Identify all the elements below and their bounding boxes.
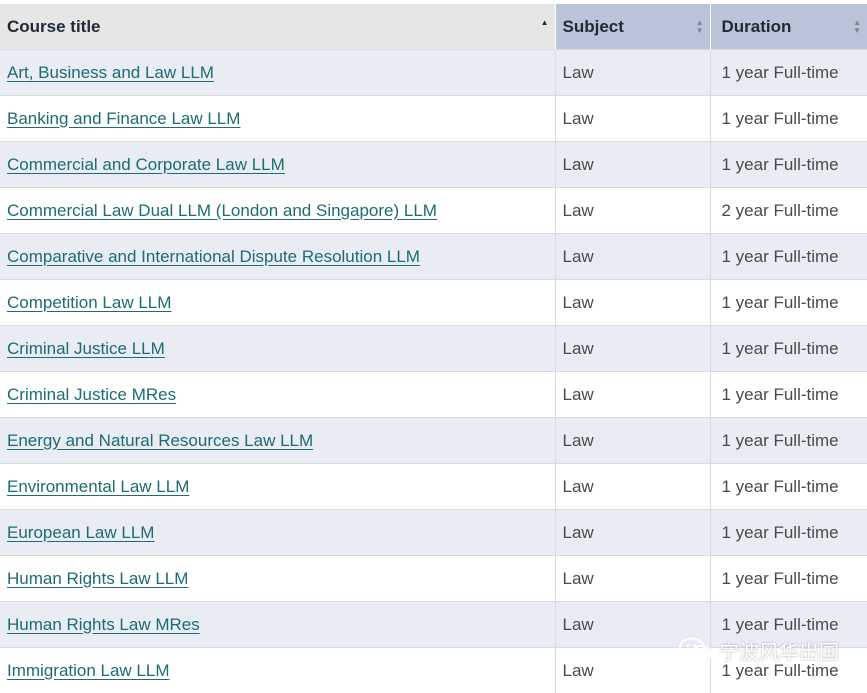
- table-row: Banking and Finance Law LLM Law 1 year F…: [0, 96, 867, 142]
- subject-cell: Law: [555, 188, 710, 234]
- course-link[interactable]: Criminal Justice LLM: [7, 339, 165, 358]
- column-header-label: Course title: [7, 17, 101, 36]
- course-table: Course title ▲▼ Subject ▲▼ Duration ▲▼: [0, 4, 867, 693]
- table-header: Course title ▲▼ Subject ▲▼ Duration ▲▼: [0, 4, 867, 50]
- course-link[interactable]: Comparative and International Dispute Re…: [7, 247, 420, 266]
- duration-cell: 1 year Full-time: [710, 50, 867, 96]
- course-title-cell: Commercial and Corporate Law LLM: [0, 142, 555, 188]
- course-title-cell: Energy and Natural Resources Law LLM: [0, 418, 555, 464]
- course-title-cell: Banking and Finance Law LLM: [0, 96, 555, 142]
- course-title-cell: Criminal Justice MRes: [0, 372, 555, 418]
- course-link[interactable]: Energy and Natural Resources Law LLM: [7, 431, 313, 450]
- duration-cell: 1 year Full-time: [710, 372, 867, 418]
- table-row: Environmental Law LLM Law 1 year Full-ti…: [0, 464, 867, 510]
- table-row: Comparative and International Dispute Re…: [0, 234, 867, 280]
- course-title-cell: Human Rights Law LLM: [0, 556, 555, 602]
- course-link[interactable]: Banking and Finance Law LLM: [7, 109, 240, 128]
- duration-cell: 1 year Full-time: [710, 556, 867, 602]
- subject-cell: Law: [555, 510, 710, 556]
- duration-cell: 1 year Full-time: [710, 510, 867, 556]
- course-title-cell: Art, Business and Law LLM: [0, 50, 555, 96]
- course-title-cell: Immigration Law LLM: [0, 648, 555, 693]
- course-link[interactable]: Environmental Law LLM: [7, 477, 189, 496]
- table-row: Human Rights Law LLM Law 1 year Full-tim…: [0, 556, 867, 602]
- table-row: Criminal Justice LLM Law 1 year Full-tim…: [0, 326, 867, 372]
- column-header-duration[interactable]: Duration ▲▼: [710, 4, 867, 50]
- table-row: Commercial and Corporate Law LLM Law 1 y…: [0, 142, 867, 188]
- subject-cell: Law: [555, 464, 710, 510]
- course-title-cell: Commercial Law Dual LLM (London and Sing…: [0, 188, 555, 234]
- course-link[interactable]: Commercial and Corporate Law LLM: [7, 155, 285, 174]
- subject-cell: Law: [555, 142, 710, 188]
- sort-both-icon: ▲▼: [696, 19, 704, 35]
- course-link[interactable]: Commercial Law Dual LLM (London and Sing…: [7, 201, 437, 220]
- duration-cell: 1 year Full-time: [710, 326, 867, 372]
- watermark-text: 宁波风华出国: [719, 636, 839, 665]
- course-title-cell: Human Rights Law MRes: [0, 602, 555, 648]
- duration-cell: 1 year Full-time: [710, 142, 867, 188]
- column-header-label: Duration: [722, 17, 792, 36]
- table-row: Competition Law LLM Law 1 year Full-time: [0, 280, 867, 326]
- course-link[interactable]: Immigration Law LLM: [7, 661, 170, 680]
- table-row: Criminal Justice MRes Law 1 year Full-ti…: [0, 372, 867, 418]
- course-link[interactable]: Criminal Justice MRes: [7, 385, 176, 404]
- course-table-container: Course title ▲▼ Subject ▲▼ Duration ▲▼: [0, 4, 867, 693]
- course-title-cell: Environmental Law LLM: [0, 464, 555, 510]
- course-title-cell: Comparative and International Dispute Re…: [0, 234, 555, 280]
- duration-cell: 1 year Full-time: [710, 464, 867, 510]
- duration-cell: 1 year Full-time: [710, 234, 867, 280]
- table-row: Commercial Law Dual LLM (London and Sing…: [0, 188, 867, 234]
- subject-cell: Law: [555, 556, 710, 602]
- column-header-course-title[interactable]: Course title ▲▼: [0, 4, 555, 50]
- subject-cell: Law: [555, 50, 710, 96]
- sort-ascending-icon: ▲▼: [541, 19, 549, 35]
- duration-cell: 1 year Full-time: [710, 96, 867, 142]
- course-link[interactable]: Competition Law LLM: [7, 293, 171, 312]
- subject-cell: Law: [555, 234, 710, 280]
- column-header-label: Subject: [563, 17, 624, 36]
- column-header-subject[interactable]: Subject ▲▼: [555, 4, 710, 50]
- course-link[interactable]: Art, Business and Law LLM: [7, 63, 214, 82]
- duration-cell: 1 year Full-time: [710, 280, 867, 326]
- table-row: European Law LLM Law 1 year Full-time: [0, 510, 867, 556]
- duration-cell: 1 year Full-time: [710, 418, 867, 464]
- course-title-cell: Competition Law LLM: [0, 280, 555, 326]
- course-title-cell: Criminal Justice LLM: [0, 326, 555, 372]
- subject-cell: Law: [555, 418, 710, 464]
- subject-cell: Law: [555, 280, 710, 326]
- course-link[interactable]: Human Rights Law LLM: [7, 569, 188, 588]
- wechat-icon: [679, 637, 713, 665]
- subject-cell: Law: [555, 96, 710, 142]
- table-row: Art, Business and Law LLM Law 1 year Ful…: [0, 50, 867, 96]
- table-body: Art, Business and Law LLM Law 1 year Ful…: [0, 50, 867, 693]
- course-link[interactable]: Human Rights Law MRes: [7, 615, 200, 634]
- subject-cell: Law: [555, 372, 710, 418]
- course-link[interactable]: European Law LLM: [7, 523, 154, 542]
- table-row: Energy and Natural Resources Law LLM Law…: [0, 418, 867, 464]
- watermark: 宁波风华出国: [679, 636, 839, 665]
- duration-cell: 2 year Full-time: [710, 188, 867, 234]
- course-title-cell: European Law LLM: [0, 510, 555, 556]
- subject-cell: Law: [555, 326, 710, 372]
- header-row: Course title ▲▼ Subject ▲▼ Duration ▲▼: [0, 4, 867, 50]
- sort-both-icon: ▲▼: [853, 19, 861, 35]
